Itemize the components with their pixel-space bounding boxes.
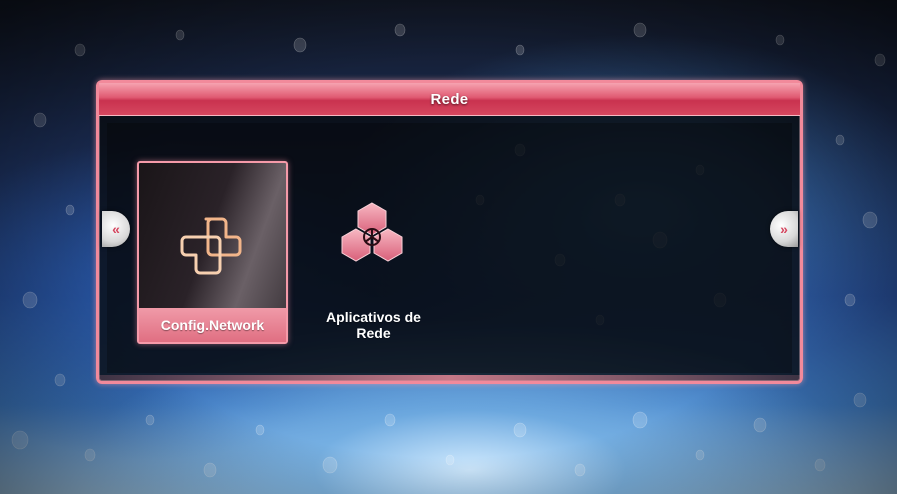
scroll-right-button[interactable]: »: [770, 211, 798, 247]
menu-item-label: Config.Network: [160, 317, 265, 333]
tv-screen: Rede Config.Network Aplicativos de Rede …: [0, 0, 897, 494]
menu-item-network-apps[interactable]: Aplicativos de Rede: [298, 161, 449, 344]
double-chevron-right-icon: »: [780, 221, 788, 237]
network-apps-icon: [341, 202, 403, 262]
page-title: Rede: [430, 90, 469, 108]
panel-bottom-bar: [99, 375, 800, 381]
double-chevron-left-icon: «: [112, 221, 120, 237]
menu-item-config-network[interactable]: Config.Network: [137, 161, 288, 344]
network-config-icon: [180, 217, 242, 275]
panel-header: Rede: [99, 83, 800, 116]
selected-item-label-bar: Config.Network: [139, 308, 286, 342]
menu-item-label: Aplicativos de Rede: [326, 309, 421, 341]
menu-item-text: Aplicativos de Rede: [298, 309, 449, 343]
network-menu-panel: Rede Config.Network Aplicativos de Rede: [96, 80, 803, 384]
